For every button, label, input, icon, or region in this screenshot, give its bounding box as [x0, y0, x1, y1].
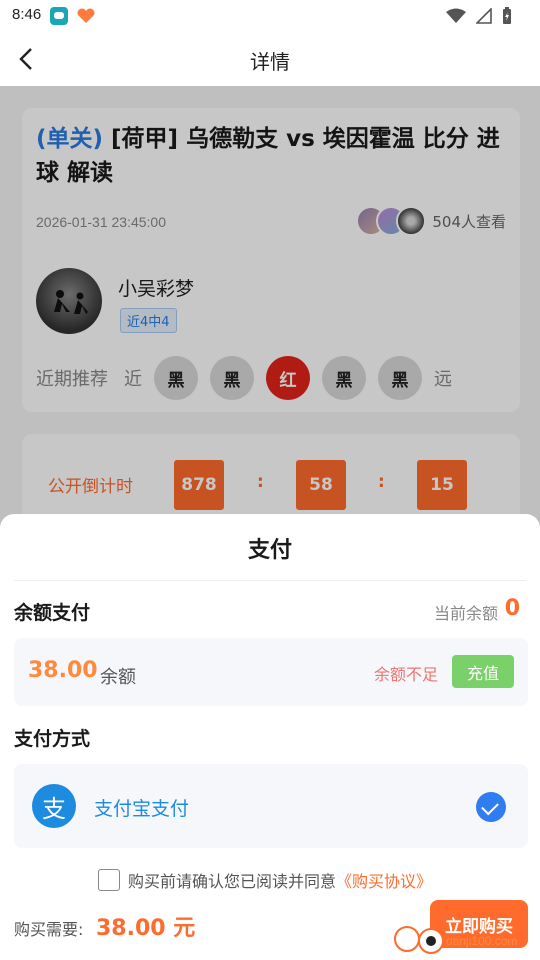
- balance-box: 38.00 余额 余额不足 充值: [14, 638, 528, 706]
- status-bar: 8:46: [0, 0, 540, 32]
- selected-check-icon[interactable]: [476, 792, 506, 822]
- agreement-text: 购买前请确认您已阅读并同意: [128, 872, 337, 891]
- alipay-label: 支付宝支付: [94, 798, 190, 820]
- agreement-row: 购买前请确认您已阅读并同意 《购买协议》: [98, 868, 432, 892]
- total-label: 购买需要:: [14, 920, 84, 939]
- battery-icon: [503, 7, 511, 24]
- watermark-dot: [426, 936, 436, 946]
- watermark-text: danji100.com: [446, 934, 518, 948]
- wifi-icon: [446, 8, 466, 23]
- insufficient-balance-text: 余额不足: [373, 665, 438, 684]
- alipay-option[interactable]: 支 支付宝支付: [14, 764, 528, 848]
- heart-notification-icon: [77, 8, 95, 23]
- agreement-checkbox[interactable]: [98, 869, 120, 891]
- status-time: 8:46: [12, 6, 42, 23]
- page-title: 详情: [250, 50, 290, 74]
- top-app-bar: 详情: [0, 32, 540, 86]
- agreement-link[interactable]: 《购买协议》: [336, 868, 432, 892]
- alipay-icon: 支: [32, 784, 76, 828]
- recharge-button[interactable]: 充值: [452, 655, 514, 688]
- site-watermark-logo: danji100.com: [390, 924, 540, 960]
- sheet-title: 支付: [247, 538, 292, 563]
- payment-amount: 38.00: [28, 658, 98, 683]
- divider: [14, 580, 526, 581]
- payment-amount-unit: 余额: [100, 667, 136, 688]
- watermark-circle: [394, 926, 420, 952]
- total-value: 38.00 元: [96, 916, 196, 941]
- balance-section-title: 余额支付: [14, 602, 91, 624]
- current-balance-label: 当前余额: [433, 604, 498, 623]
- payment-sheet: 支付 余额支付 当前余额 0 38.00 余额 余额不足 充值 支付方式 支 支…: [0, 514, 540, 960]
- signal-icon: [476, 8, 492, 24]
- payment-method-title: 支付方式: [14, 728, 91, 750]
- current-balance-value: 0: [504, 596, 520, 621]
- app-notification-icon: [50, 7, 68, 25]
